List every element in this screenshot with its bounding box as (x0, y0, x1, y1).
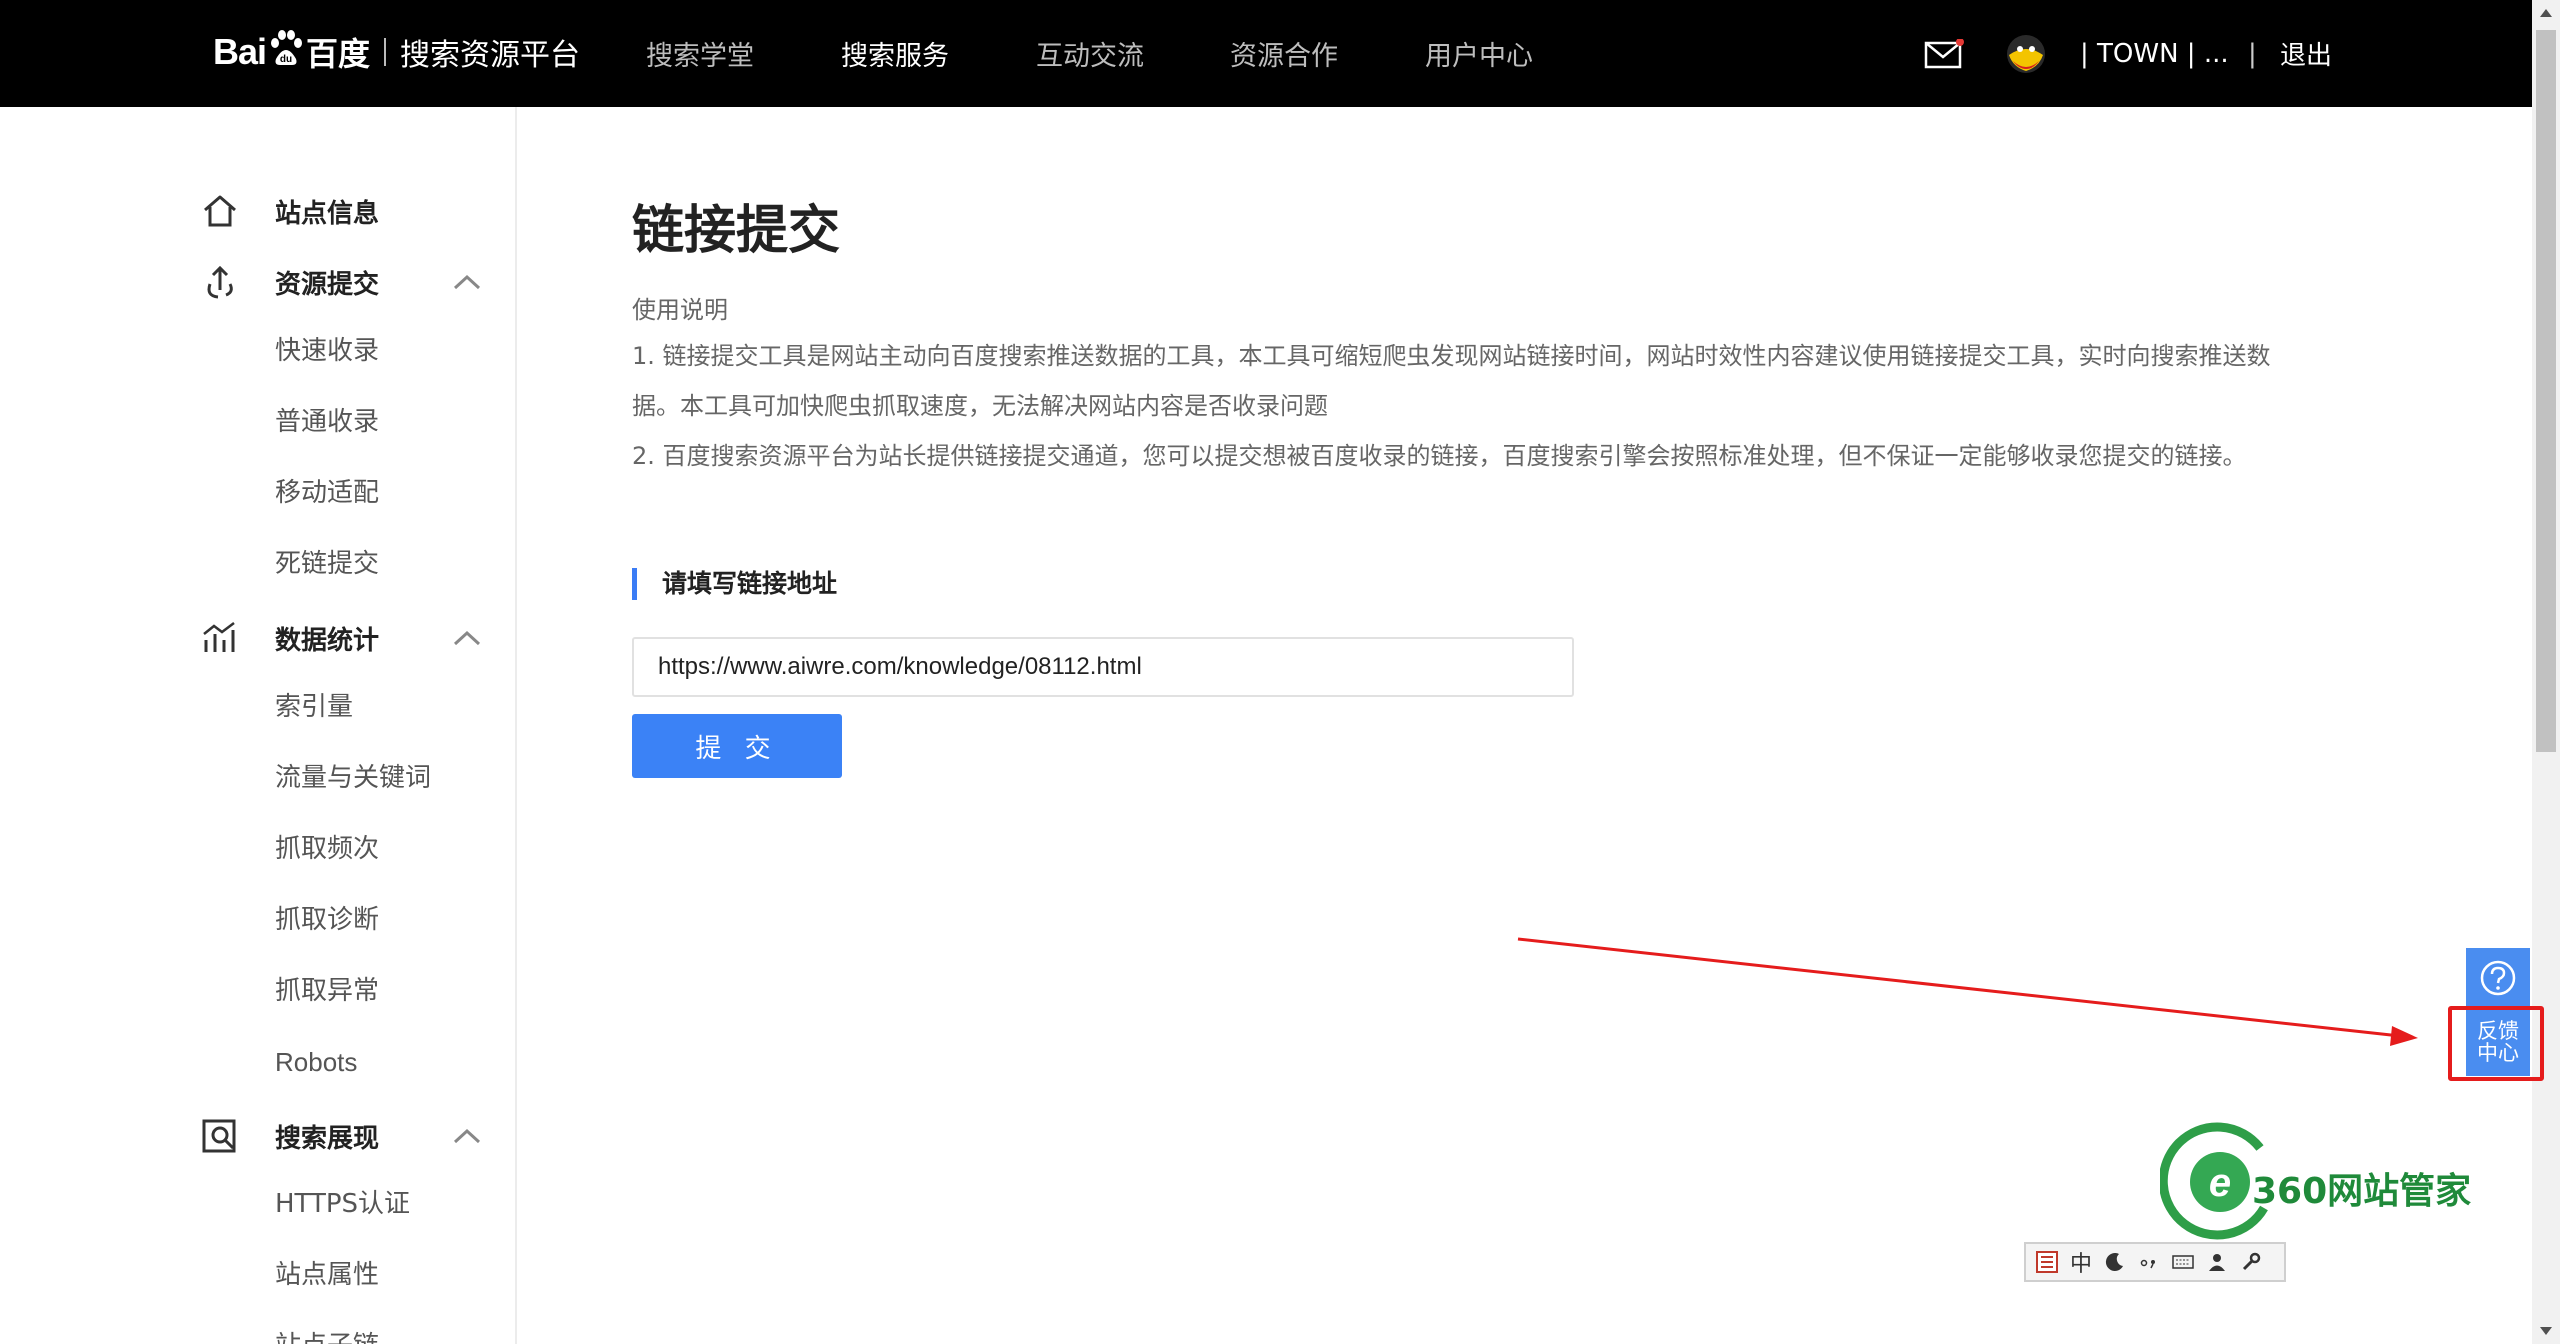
logout-link[interactable]: 退出 (2280, 0, 2332, 107)
page-title: 链接提交 (632, 201, 841, 261)
sidebar-item-site-sublinks[interactable]: 站点子链 (275, 1326, 379, 1344)
sidebar-item-traffic-keywords[interactable]: 流量与关键词 (275, 758, 431, 798)
sidebar-item-mobile-adaptation[interactable]: 移动适配 (275, 473, 379, 513)
avatar-icon (2007, 34, 2045, 73)
chevron-up-icon[interactable] (452, 1126, 482, 1146)
scroll-down-arrow-icon[interactable] (2532, 1316, 2560, 1344)
scroll-up-arrow-icon[interactable] (2532, 0, 2560, 28)
usage-line: 1. 链接提交工具是网站主动向百度搜索推送数据的工具，本工具可缩短爬虫发现网站链… (632, 342, 2271, 370)
nav-search-school[interactable]: 搜索学堂 (646, 0, 754, 107)
platform-name: 搜索资源平台 (400, 38, 581, 73)
url-input[interactable] (632, 637, 1574, 697)
sidebar-item-crawl-diagnosis[interactable]: 抓取诊断 (275, 900, 379, 940)
logo-du-text: du (280, 54, 292, 65)
sidebar-group-site-info[interactable]: 站点信息 (0, 181, 515, 241)
logo-cn-text: 百度 (306, 35, 371, 73)
sidebar-group-label: 搜索展现 (275, 1123, 380, 1154)
sidebar-item-fast-indexing[interactable]: 快速收录 (275, 331, 379, 371)
sidebar-item-crawl-frequency[interactable]: 抓取频次 (275, 829, 379, 869)
nav-resource-cooperation[interactable]: 资源合作 (1230, 0, 1338, 107)
ime-logo-icon[interactable] (2034, 1249, 2060, 1275)
punctuation-icon[interactable] (2136, 1249, 2162, 1275)
sidebar-item-site-attributes[interactable]: 站点属性 (275, 1255, 379, 1295)
sidebar-group-label: 数据统计 (275, 625, 380, 656)
sidebar-group-data-stats[interactable]: 数据统计 (0, 608, 515, 668)
moon-icon[interactable] (2102, 1249, 2128, 1275)
baidu-paw-icon: du (271, 30, 303, 65)
chevron-up-icon[interactable] (452, 628, 482, 648)
sidebar-group-label: 站点信息 (275, 198, 380, 229)
keyboard-icon[interactable] (2170, 1249, 2196, 1275)
sidebar-item-robots[interactable]: Robots (275, 1042, 357, 1082)
sidebar-group-label: 资源提交 (275, 269, 380, 300)
ime-mode-toggle[interactable]: 中 (2068, 1249, 2094, 1277)
header-divider: | (2248, 38, 2257, 69)
search-display-icon (202, 1119, 236, 1153)
question-circle-icon (2480, 960, 2516, 996)
user-name[interactable]: | TOWN | ... (2080, 0, 2229, 107)
message-button[interactable] (1924, 0, 1964, 107)
avatar[interactable] (2005, 0, 2047, 107)
nav-search-service[interactable]: 搜索服务 (841, 0, 949, 107)
top-navigation-bar: Bai du 百度 搜索资源平台 搜索学堂 搜索服务 互动交流 资源合作 用户中… (0, 0, 2532, 107)
sidebar-item-https-verify[interactable]: HTTPS认证 (275, 1184, 410, 1224)
logo-baidu-text: Bai (213, 31, 267, 72)
user-icon[interactable] (2204, 1249, 2230, 1275)
scrollbar-thumb[interactable] (2536, 30, 2556, 752)
section-title: 请填写链接地址 (662, 569, 838, 598)
home-icon (204, 195, 236, 227)
usage-line: 2. 百度搜索资源平台为站长提供链接提交通道，您可以提交想被百度收录的链接，百度… (632, 442, 2247, 470)
sidebar-item-crawl-errors[interactable]: 抓取异常 (275, 971, 379, 1011)
watermark-text: 360网站管家 (2252, 1171, 2472, 1212)
help-button[interactable] (2466, 948, 2530, 1008)
sidebar-group-search-display[interactable]: 搜索展现 (0, 1106, 515, 1166)
wrench-icon[interactable] (2238, 1249, 2264, 1275)
stats-icon (203, 622, 235, 652)
usage-line: 据。本工具可加快爬虫抓取速度，无法解决网站内容是否收录问题 (632, 392, 1328, 420)
submit-button[interactable]: 提 交 (632, 714, 842, 778)
svg-text:e: e (2209, 1161, 2231, 1205)
mail-icon (1924, 38, 1964, 68)
chevron-up-icon[interactable] (452, 272, 482, 292)
sidebar-group-resource-submit[interactable]: 资源提交 (0, 252, 515, 312)
section-accent-bar (632, 568, 637, 600)
nav-interaction[interactable]: 互动交流 (1036, 0, 1144, 107)
sidebar-item-index-volume[interactable]: 索引量 (275, 687, 353, 727)
baidu-logo[interactable]: Bai du 百度 搜索资源平台 (213, 22, 580, 82)
ime-toolbar: 中 (2024, 1242, 2286, 1282)
sidebar-item-normal-indexing[interactable]: 普通收录 (275, 402, 379, 442)
feedback-highlight-box (2448, 1006, 2544, 1081)
sidebar: 站点信息 资源提交 快速收录 普通收录 移动适配 死链提交 数据统计 索引量 流 (0, 107, 517, 1344)
nav-user-center[interactable]: 用户中心 (1425, 0, 1533, 107)
upload-icon (207, 265, 233, 299)
logo-separator (384, 38, 387, 66)
usage-instructions-title: 使用说明 (632, 296, 728, 324)
sidebar-item-dead-link-submit[interactable]: 死链提交 (275, 544, 379, 584)
